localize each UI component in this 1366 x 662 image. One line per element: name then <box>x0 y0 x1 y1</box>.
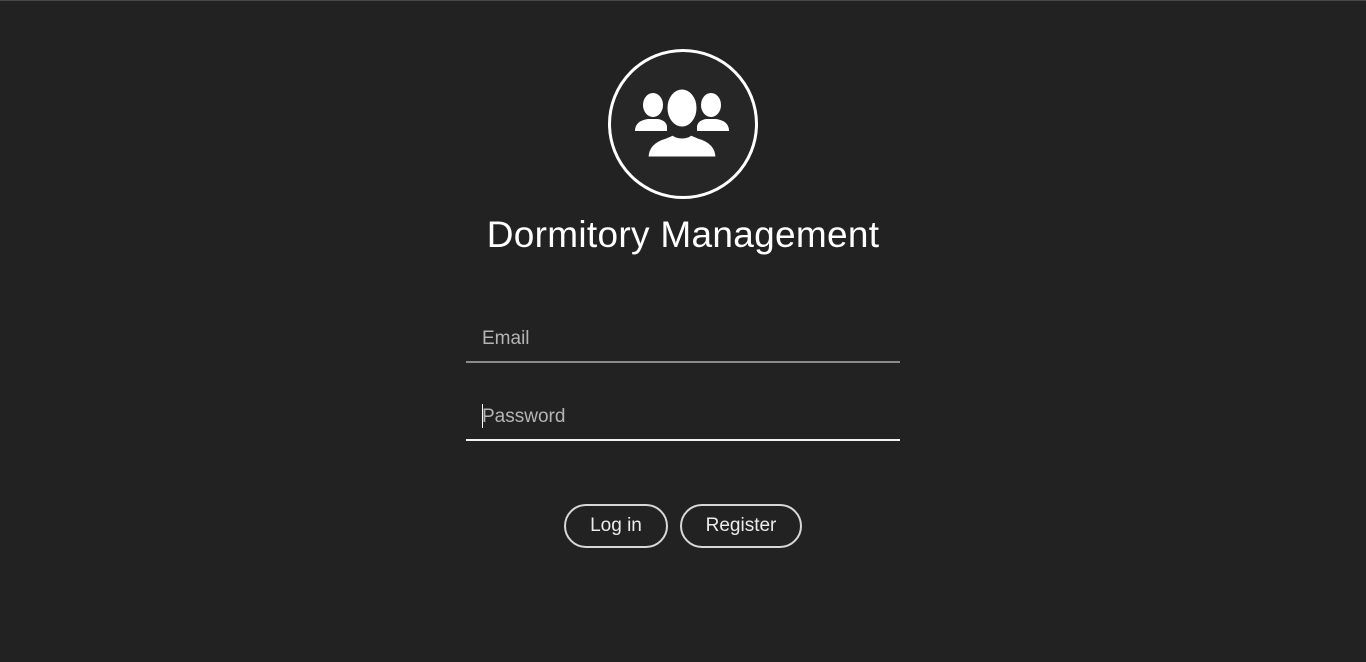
password-input[interactable] <box>466 395 900 439</box>
app-logo <box>608 49 758 199</box>
app-title: Dormitory Management <box>486 214 880 255</box>
login-panel: Dormitory Management Log in Register <box>0 0 1366 662</box>
users-group-icon <box>635 86 729 160</box>
text-cursor <box>482 404 483 428</box>
password-field-container <box>466 395 900 441</box>
email-input[interactable] <box>466 317 900 361</box>
email-field-container <box>466 317 900 363</box>
register-button[interactable]: Register <box>680 504 802 548</box>
login-button[interactable]: Log in <box>564 504 668 548</box>
